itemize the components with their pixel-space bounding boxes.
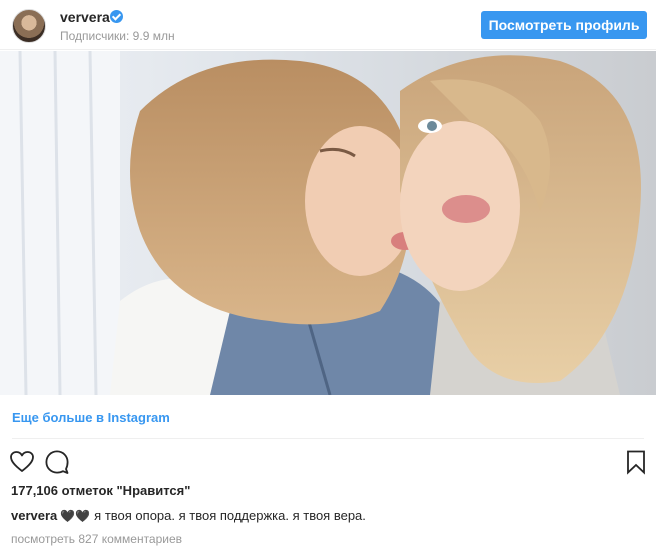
divider (12, 438, 644, 439)
post-header: ververa Подписчики: 9.9 млн Посмотреть п… (0, 0, 656, 50)
caption-username[interactable]: ververa (11, 508, 57, 523)
view-comments-link[interactable]: посмотреть 827 комментариев (11, 532, 182, 546)
verified-badge-icon (110, 10, 123, 23)
comment-icon[interactable] (44, 449, 70, 475)
avatar[interactable] (12, 9, 46, 43)
post-photo[interactable] (0, 51, 656, 395)
more-on-instagram-link[interactable]: Еще больше в Instagram (12, 410, 170, 425)
view-profile-button[interactable]: Посмотреть профиль (481, 11, 647, 39)
caption: ververa 🖤🖤 я твоя опора. я твоя поддержка.… (11, 508, 366, 523)
photo-illustration (0, 51, 656, 395)
heart-icon[interactable] (9, 449, 35, 475)
bookmark-icon[interactable] (623, 449, 649, 475)
username[interactable]: ververa (60, 9, 110, 25)
likes-count[interactable]: 177,106 отметок "Нравится" (11, 483, 190, 498)
black-heart-emoji: 🖤🖤 (60, 509, 91, 523)
subscribers-count: Подписчики: 9.9 млн (60, 29, 175, 43)
caption-text: я твоя опора. я твоя поддержка. я твоя в… (94, 508, 366, 523)
